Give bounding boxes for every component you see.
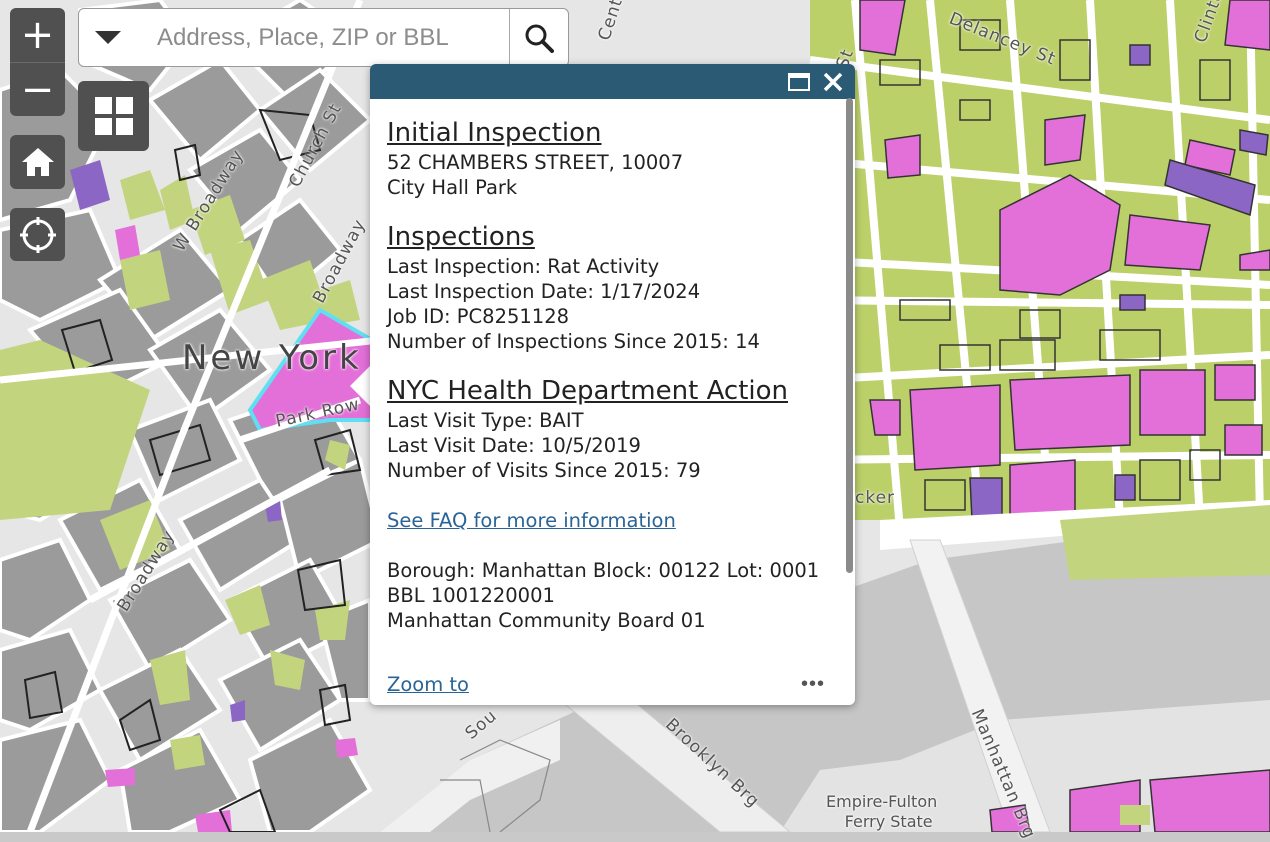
popup-content: Initial Inspection 52 CHAMBERS STREET, 1… [387, 116, 837, 633]
parcel-pink[interactable] [105, 768, 135, 787]
last-inspection-date-text: Last Inspection Date: 1/17/2024 [387, 280, 701, 303]
last-visit-date-text: Last Visit Date: 10/5/2019 [387, 434, 641, 457]
more-actions-button[interactable]: ••• [801, 673, 825, 696]
search-input[interactable] [137, 9, 509, 66]
section-title-inspections: Inspections [387, 222, 535, 252]
zoom-out-button[interactable]: − [10, 62, 65, 116]
home-icon [21, 148, 54, 176]
popup-pointer [350, 366, 370, 406]
bbl-text: BBL 1001220001 [387, 584, 555, 607]
close-icon [823, 72, 843, 91]
search-bar [78, 8, 569, 67]
visits-count-text: Number of Visits Since 2015: 79 [387, 459, 701, 482]
caret-down-icon [95, 30, 121, 44]
maximize-icon [788, 72, 810, 91]
last-visit-type-text: Last Visit Type: BAIT [387, 409, 584, 432]
popup-footer: Zoom to ••• [387, 672, 825, 697]
parcel-pink[interactable] [335, 738, 358, 758]
borough-block-lot-text: Borough: Manhattan Block: 00122 Lot: 000… [387, 559, 820, 582]
popup-maximize-button[interactable] [785, 68, 813, 96]
search-icon [525, 24, 554, 53]
crosshair-icon [19, 216, 56, 253]
lower-east-side-parcels [809, 0, 1270, 531]
community-board-text: Manhattan Community Board 01 [387, 609, 706, 632]
job-id-text: Job ID: PC8251128 [387, 305, 570, 328]
popup-header [370, 64, 855, 99]
popup-close-button[interactable] [819, 68, 847, 96]
feature-popup: Initial Inspection 52 CHAMBERS STREET, 1… [370, 64, 855, 705]
zoom-in-button[interactable]: + [10, 8, 65, 62]
section-title-health-dept-action: NYC Health Department Action [387, 376, 788, 406]
popup-scrollbar[interactable] [846, 98, 853, 573]
faq-link[interactable]: See FAQ for more information [387, 509, 676, 532]
section-title-initial-inspection: Initial Inspection [387, 118, 602, 148]
address-text: 52 CHAMBERS STREET, 10007 [387, 151, 684, 174]
home-button[interactable] [10, 135, 65, 189]
basemap-gallery-button[interactable] [78, 81, 149, 151]
last-inspection-text: Last Inspection: Rat Activity [387, 255, 660, 278]
grid-icon [94, 97, 133, 135]
search-source-dropdown[interactable] [79, 9, 137, 66]
zoom-to-link[interactable]: Zoom to [387, 672, 469, 697]
inspections-count-text: Number of Inspections Since 2015: 14 [387, 330, 760, 353]
place-name-text: City Hall Park [387, 176, 518, 199]
search-button[interactable] [509, 9, 568, 66]
zoom-controls: + − [10, 8, 65, 116]
locate-button[interactable] [10, 208, 65, 261]
brooklyn-park [1120, 805, 1150, 825]
